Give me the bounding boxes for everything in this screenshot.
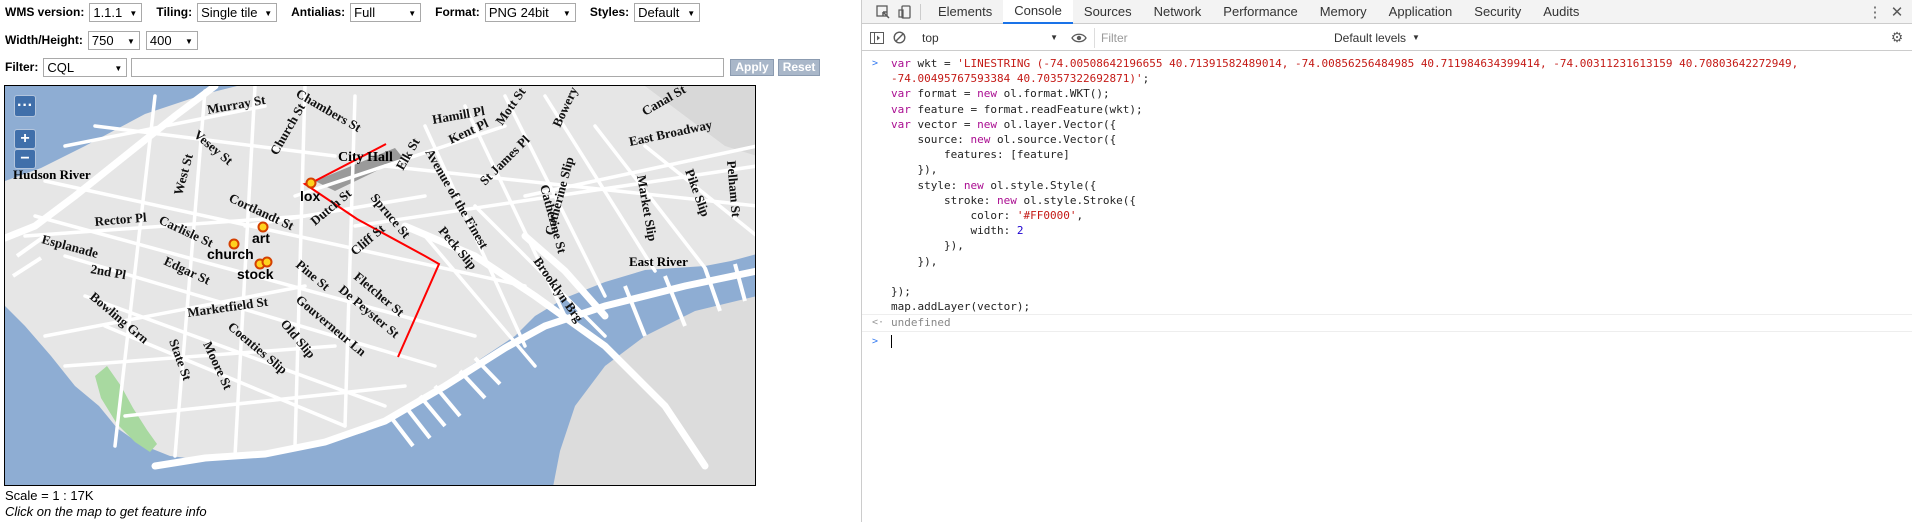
styles-value: Default — [638, 4, 680, 20]
log-levels-select[interactable]: Default levels ▼ — [1334, 31, 1420, 45]
result-arrow-icon: <· — [872, 317, 885, 329]
wms-version-value: 1.1.1 — [93, 4, 123, 20]
filter-label: Filter: — [5, 60, 39, 74]
tab-elements[interactable]: Elements — [927, 0, 1003, 24]
poi-label-art: art — [252, 230, 270, 246]
styles-select[interactable]: Default ▼ — [634, 2, 701, 22]
tab-performance[interactable]: Performance — [1212, 0, 1308, 24]
tiling-label: Tiling: — [156, 5, 193, 19]
map-hint: Click on the map to get feature info — [5, 504, 207, 519]
chevron-down-icon: ▼ — [687, 8, 696, 18]
width-select[interactable]: 750 ▼ — [87, 30, 140, 50]
wms-version-label: WMS version: — [5, 5, 85, 19]
antialias-value: Full — [354, 4, 376, 20]
poi-label-lox: lox — [300, 188, 320, 204]
inspect-element-icon[interactable] — [872, 1, 894, 23]
log-levels-value: Default levels — [1334, 30, 1407, 45]
apply-button[interactable]: Apply — [730, 58, 774, 76]
tiling-select[interactable]: Single tile ▼ — [197, 2, 278, 22]
devtools-tabbar: Elements Console Sources Network Perform… — [862, 0, 1912, 24]
antialias-label: Antialias: — [291, 5, 346, 19]
console-filter-input[interactable]: Filter — [1094, 27, 1324, 48]
devtools-panel: Elements Console Sources Network Perform… — [861, 0, 1912, 522]
poi-marker-lox — [305, 177, 317, 189]
tiling-value: Single tile — [201, 4, 258, 20]
filter-type-value: CQL — [47, 59, 75, 75]
tab-network[interactable]: Network — [1143, 0, 1213, 24]
poi-label-stock: stock — [237, 266, 274, 282]
console-output[interactable]: > var wkt = 'LINESTRING (-74.005086421966… — [862, 56, 1912, 522]
format-select[interactable]: PNG 24bit ▼ — [484, 2, 576, 22]
eye-icon[interactable] — [1068, 27, 1090, 49]
map-viewport[interactable]: Hudson River East River Murray St Chambe… — [4, 85, 756, 486]
styles-label: Styles: — [589, 5, 630, 19]
console-result-value: undefined — [891, 316, 951, 330]
close-icon[interactable]: ✕ — [1886, 1, 1908, 23]
tabbar-right-controls: ⋮ ✕ — [1864, 1, 1912, 23]
reset-button[interactable]: Reset — [777, 58, 821, 76]
tab-memory[interactable]: Memory — [1309, 0, 1378, 24]
more-menu-icon[interactable]: ⋮ — [1864, 1, 1886, 23]
show-sidebar-icon[interactable] — [866, 27, 888, 49]
tab-console[interactable]: Console — [1003, 0, 1073, 24]
chevron-down-icon: ▼ — [408, 8, 417, 18]
filter-type-select[interactable]: CQL ▼ — [43, 57, 128, 77]
filter-input[interactable] — [131, 57, 725, 77]
console-result-entry: <· undefined — [862, 315, 1912, 330]
chevron-down-icon: ▼ — [562, 8, 571, 18]
chevron-down-icon: ▼ — [264, 8, 273, 18]
map-canvas: Hudson River East River Murray St Chambe… — [5, 86, 755, 485]
poi-label-church: church — [207, 246, 254, 262]
toolbar-toggle-button[interactable]: ··· — [14, 95, 36, 117]
console-settings-gear-icon[interactable]: ⚙ — [1886, 27, 1908, 49]
console-divider — [862, 330, 1912, 332]
format-label: Format: — [435, 5, 480, 19]
tab-audits[interactable]: Audits — [1532, 0, 1590, 24]
clear-console-icon[interactable] — [888, 27, 910, 49]
width-value: 750 — [91, 32, 114, 48]
chevron-down-icon: ▼ — [114, 63, 123, 73]
controls-row-2: Width/Height: 750 ▼ 400 ▼ — [5, 29, 212, 51]
chevron-down-icon: ▼ — [126, 36, 135, 46]
water-label-hudson: Hudson River — [13, 167, 91, 182]
console-input-entry: > var wkt = 'LINESTRING (-74.005086421966… — [872, 57, 1799, 314]
input-chevron-icon: > — [872, 58, 879, 69]
chevron-down-icon: ▼ — [1050, 33, 1058, 42]
wms-version-select[interactable]: 1.1.1 ▼ — [89, 2, 143, 22]
controls-row-1: WMS version: 1.1.1 ▼ Tiling: Single tile ▼… — [5, 1, 714, 23]
device-toolbar-icon[interactable] — [894, 1, 916, 23]
format-value: PNG 24bit — [488, 4, 549, 20]
tab-application[interactable]: Application — [1378, 0, 1464, 24]
antialias-select[interactable]: Full ▼ — [350, 2, 422, 22]
city-hall-label: City Hall — [338, 150, 393, 165]
wms-preview-panel: WMS version: 1.1.1 ▼ Tiling: Single tile ▼… — [0, 0, 860, 522]
context-select[interactable]: top ▼ — [916, 28, 1064, 48]
water-label-east: East River — [629, 254, 688, 269]
context-value: top — [922, 30, 939, 45]
tab-security[interactable]: Security — [1463, 0, 1532, 24]
width-height-label: Width/Height: — [5, 33, 83, 47]
chevron-down-icon: ▼ — [184, 36, 193, 46]
map-scale: Scale = 1 : 17K — [5, 488, 94, 503]
toolbar-divider — [920, 3, 921, 20]
height-select[interactable]: 400 ▼ — [145, 30, 198, 50]
console-prompt[interactable]: > — [862, 334, 1912, 349]
chevron-down-icon: ▼ — [129, 8, 138, 18]
prompt-chevron-icon: > — [872, 335, 879, 347]
height-value: 400 — [149, 32, 172, 48]
chevron-down-icon: ▼ — [1412, 33, 1420, 42]
console-toolbar: top ▼ Filter Default levels ▼ ⚙ — [862, 25, 1912, 51]
zoom-out-button[interactable]: − — [14, 149, 36, 169]
filter-row: Filter: CQL ▼ Apply Reset — [5, 56, 821, 78]
tab-sources[interactable]: Sources — [1073, 0, 1143, 24]
text-cursor — [891, 335, 892, 349]
zoom-in-button[interactable]: + — [14, 129, 36, 149]
